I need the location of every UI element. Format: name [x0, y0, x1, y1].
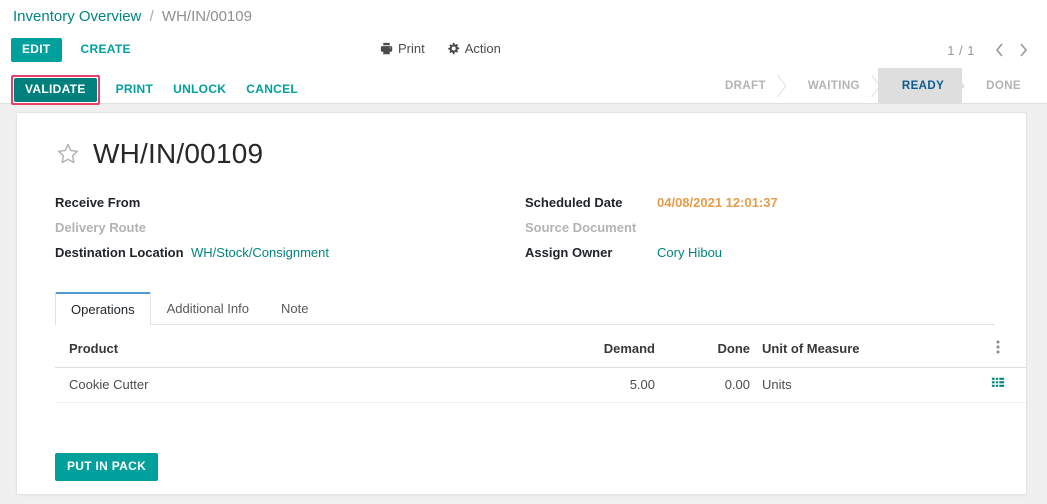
tab-label: Operations [71, 302, 135, 317]
breadcrumb-separator: / [149, 8, 154, 25]
status-step-label: WAITING [807, 79, 860, 92]
odoo-form-view: Inventory Overview / WH/IN/00109 EDIT CR… [0, 0, 1047, 504]
page-title: WH/IN/00109 [93, 138, 264, 169]
field-destination-location: Destination Location WH/Stock/Consignmen… [55, 245, 525, 266]
table-header: Product Demand Done Unit of Measure [55, 335, 1026, 368]
control-panel: Inventory Overview / WH/IN/00109 EDIT CR… [0, 0, 1047, 68]
field-label: Destination Location [55, 245, 184, 260]
status-step-label: DRAFT [724, 79, 766, 92]
cell-demand[interactable]: 5.00 [400, 367, 655, 403]
list-detail-icon [991, 376, 1005, 393]
operations-table-wrapper: Product Demand Done Unit of Measure Cook… [55, 335, 1026, 403]
table-header-row: Product Demand Done Unit of Measure [55, 335, 1026, 368]
field-label: Scheduled Date [525, 195, 623, 210]
validate-highlight-box: VALIDATE [11, 75, 100, 105]
breadcrumb: Inventory Overview / WH/IN/00109 [13, 7, 252, 27]
form-fields-left-column: Receive From Delivery Route Destination … [55, 195, 525, 270]
form-fields-right-column: Scheduled Date 04/08/2021 12:01:37 Sourc… [525, 195, 1005, 270]
tab-operations[interactable]: Operations [55, 292, 151, 325]
status-step-done[interactable]: DONE [962, 68, 1039, 103]
field-value[interactable]: 04/08/2021 12:01:37 [657, 195, 778, 210]
column-header-product[interactable]: Product [55, 335, 400, 368]
tab-note[interactable]: Note [265, 292, 324, 324]
notebook-tabs: Operations Additional Info Note [55, 292, 995, 325]
table-body: Cookie Cutter 5.00 0.00 Units [55, 367, 1026, 403]
tab-label: Additional Info [166, 301, 249, 316]
column-header-demand[interactable]: Demand [400, 335, 655, 368]
tab-label: Note [281, 301, 309, 316]
operations-table: Product Demand Done Unit of Measure Cook… [55, 335, 1026, 403]
status-step-label: DONE [986, 79, 1021, 92]
pager-previous-button[interactable] [989, 40, 1009, 60]
print-button[interactable]: PRINT [106, 78, 164, 102]
cell-detail-action[interactable] [968, 367, 1026, 403]
unlock-button[interactable]: UNLOCK [163, 78, 236, 102]
cell-unit-of-measure[interactable]: Units [755, 367, 968, 403]
field-value-link[interactable]: WH/Stock/Consignment [191, 245, 329, 260]
column-header-done[interactable]: Done [655, 335, 755, 368]
validate-button[interactable]: VALIDATE [14, 78, 97, 102]
print-label: Print [398, 41, 425, 56]
field-label: Assign Owner [525, 245, 613, 260]
field-source-document: Source Document [525, 220, 1005, 241]
field-assign-owner: Assign Owner Cory Hibou [525, 245, 1005, 266]
field-receive-from: Receive From [55, 195, 525, 216]
print-menu[interactable]: Print [380, 41, 425, 56]
cell-product[interactable]: Cookie Cutter [55, 367, 400, 403]
form-fields: Receive From Delivery Route Destination … [17, 169, 1026, 270]
record-title-row: WH/IN/00109 [17, 113, 1026, 169]
status-step-label: READY [901, 79, 945, 92]
create-button[interactable]: CREATE [70, 38, 142, 62]
pager: 1 / 1 [947, 40, 1033, 60]
field-label: Receive From [55, 195, 141, 210]
status-bar: VALIDATE PRINT UNLOCK CANCEL DRAFT WAITI… [0, 68, 1047, 105]
put-in-pack-button[interactable]: PUT IN PACK [55, 453, 159, 481]
gear-icon [447, 42, 460, 55]
action-menu[interactable]: Action [447, 41, 501, 56]
column-header-unit-of-measure[interactable]: Unit of Measure [755, 335, 968, 368]
field-delivery-route: Delivery Route [55, 220, 525, 241]
breadcrumb-current: WH/IN/00109 [161, 8, 252, 25]
field-value-link[interactable]: Cory Hibou [657, 245, 722, 260]
table-row[interactable]: Cookie Cutter 5.00 0.00 Units [55, 367, 1026, 403]
star-outline-icon[interactable] [55, 141, 81, 167]
chevron-right-icon [1019, 43, 1028, 57]
statusbar-buttons: VALIDATE PRINT UNLOCK CANCEL [11, 75, 308, 105]
control-panel-center: Print Action [380, 41, 501, 56]
breadcrumb-root[interactable]: Inventory Overview [13, 8, 141, 25]
notebook: Operations Additional Info Note Product … [55, 292, 1026, 403]
pager-next-button[interactable] [1013, 40, 1033, 60]
printer-icon [380, 42, 393, 55]
cancel-button[interactable]: CANCEL [236, 78, 308, 102]
action-label: Action [464, 41, 501, 56]
vertical-dots-icon [991, 339, 1005, 355]
field-label: Delivery Route [55, 220, 147, 235]
field-scheduled-date: Scheduled Date 04/08/2021 12:01:37 [525, 195, 1005, 216]
form-sheet: WH/IN/00109 Receive From Delivery Route … [16, 112, 1027, 495]
optional-columns-toggle[interactable] [968, 335, 1026, 368]
chevron-left-icon [995, 43, 1004, 57]
edit-button[interactable]: EDIT [11, 38, 62, 62]
record-action-buttons: EDIT CREATE [11, 38, 142, 62]
pager-count: 1 / 1 [947, 42, 975, 58]
cell-done[interactable]: 0.00 [655, 367, 755, 403]
field-label: Source Document [525, 220, 637, 235]
status-step-waiting[interactable]: WAITING [784, 68, 878, 103]
status-steps: DRAFT WAITING READY DONE [701, 68, 1039, 103]
status-step-ready[interactable]: READY [877, 68, 963, 103]
tab-additional-info[interactable]: Additional Info [151, 292, 265, 324]
status-step-draft[interactable]: DRAFT [701, 68, 784, 103]
